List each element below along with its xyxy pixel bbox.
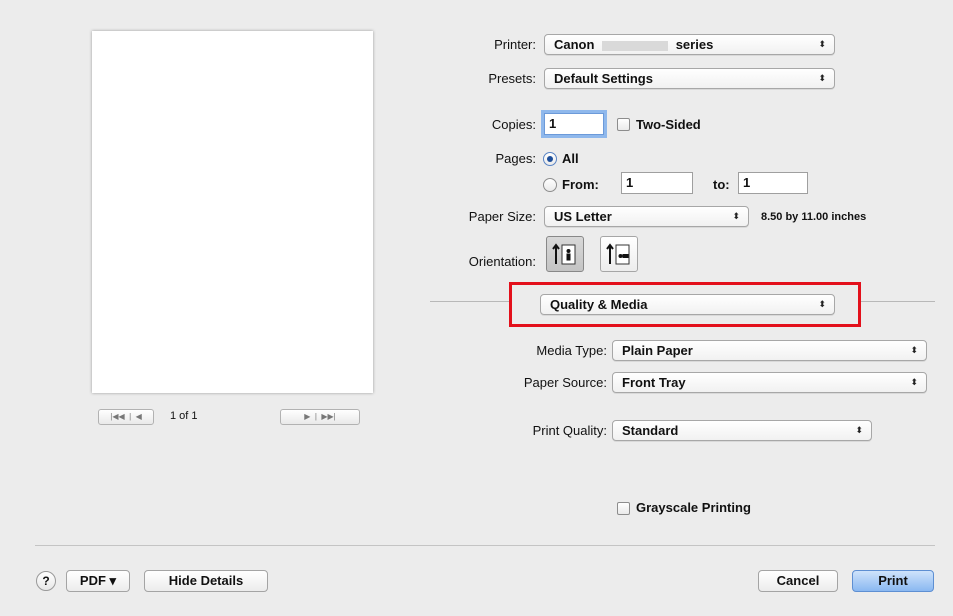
first-previous-page-button[interactable]: |◀◀ | ◀ — [98, 409, 154, 425]
page-indicator: 1 of 1 — [170, 410, 198, 422]
hide-details-button[interactable]: Hide Details — [144, 570, 268, 592]
copies-field[interactable]: 1 — [544, 113, 604, 135]
cancel-button[interactable]: Cancel — [758, 570, 838, 592]
popup-arrows-icon: ⬍ — [732, 211, 740, 221]
section-separator-left — [430, 301, 510, 302]
popup-arrows-icon: ⬍ — [818, 39, 826, 49]
paper-size-popup[interactable]: US Letter ⬍ — [544, 206, 749, 227]
print-quality-label: Print Quality: — [532, 423, 607, 438]
orientation-label: Orientation: — [468, 254, 536, 269]
pages-to-label: to: — [713, 177, 730, 192]
media-type-popup[interactable]: Plain Paper ⬍ — [612, 340, 927, 361]
pages-all-radio[interactable] — [543, 152, 557, 166]
pages-from-field[interactable]: 1 — [621, 172, 693, 194]
two-sided-checkbox[interactable] — [617, 118, 630, 131]
popup-arrows-icon: ⬍ — [818, 73, 826, 83]
paper-source-label: Paper Source: — [523, 375, 607, 390]
presets-value: Default Settings — [554, 71, 653, 86]
pages-from-radio[interactable] — [543, 178, 557, 192]
pages-all-label: All — [562, 151, 579, 166]
help-button[interactable]: ? — [36, 571, 56, 591]
pdf-menu-button[interactable]: PDF ▾ — [66, 570, 130, 592]
popup-arrows-icon: ⬍ — [910, 377, 918, 387]
copies-label: Copies: — [491, 117, 536, 132]
next-last-page-button[interactable]: ▶ | ▶▶| — [280, 409, 360, 425]
printer-name: Canon — [554, 37, 595, 52]
media-type-value: Plain Paper — [622, 343, 693, 358]
print-quality-value: Standard — [622, 423, 679, 438]
printer-model-redacted — [602, 40, 669, 51]
page-preview — [92, 31, 373, 393]
quality-media-popup[interactable]: Quality & Media ⬍ — [540, 294, 835, 315]
paper-source-value: Front Tray — [622, 375, 686, 390]
two-sided-label: Two-Sided — [636, 117, 701, 132]
presets-popup[interactable]: Default Settings ⬍ — [544, 68, 835, 89]
print-button[interactable]: Print — [852, 570, 934, 592]
paper-size-label: Paper Size: — [468, 209, 536, 224]
pages-from-label: From: — [562, 177, 599, 192]
paper-dimensions: 8.50 by 11.00 inches — [761, 211, 867, 223]
printer-label: Printer: — [494, 37, 536, 52]
presets-label: Presets: — [488, 71, 536, 86]
portrait-orientation-button[interactable] — [546, 236, 584, 272]
portrait-orientation-icon — [552, 243, 576, 265]
printer-series: series — [675, 37, 714, 52]
media-type-label: Media Type: — [536, 343, 607, 358]
footer-separator — [35, 545, 935, 546]
section-separator-right — [860, 301, 935, 302]
pages-to-field[interactable]: 1 — [738, 172, 808, 194]
printer-popup[interactable]: Canon series ⬍ — [544, 34, 835, 55]
paper-size-value: US Letter — [554, 209, 612, 224]
popup-arrows-icon: ⬍ — [910, 345, 918, 355]
grayscale-label: Grayscale Printing — [636, 500, 751, 515]
paper-source-popup[interactable]: Front Tray ⬍ — [612, 372, 927, 393]
grayscale-checkbox[interactable] — [617, 502, 630, 515]
popup-arrows-icon: ⬍ — [855, 425, 863, 435]
help-icon: ? — [42, 574, 50, 588]
landscape-orientation-icon — [606, 243, 630, 265]
pages-label: Pages: — [495, 151, 536, 166]
popup-arrows-icon: ⬍ — [818, 299, 826, 309]
landscape-orientation-button[interactable] — [600, 236, 638, 272]
quality-media-value: Quality & Media — [550, 297, 648, 312]
print-quality-popup[interactable]: Standard ⬍ — [612, 420, 872, 441]
